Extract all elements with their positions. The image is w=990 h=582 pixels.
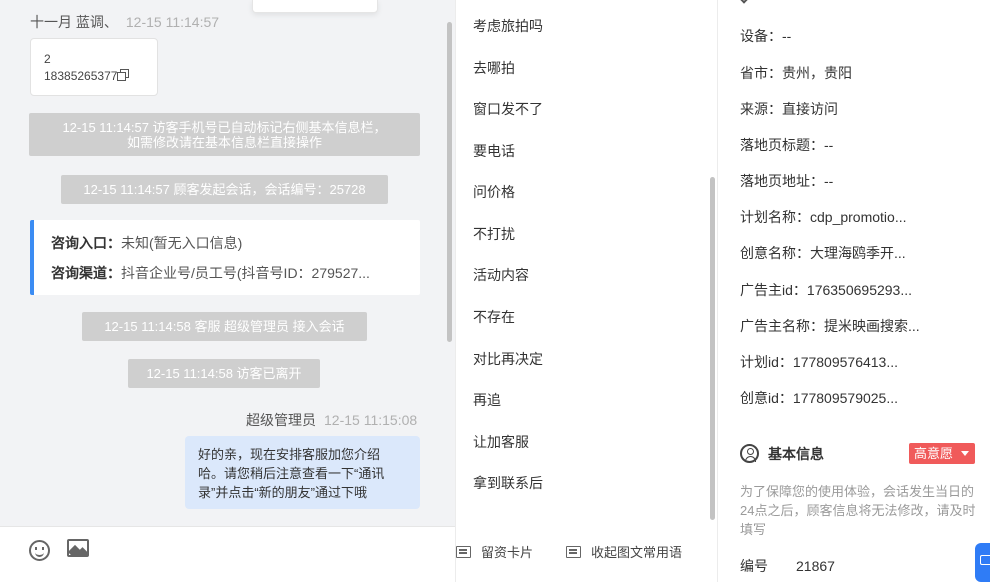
- chat-panel: 十一月 蓝调、 12-15 11:14:57 2 18385265377 12-1…: [0, 0, 455, 582]
- info-field-landing-title: 落地页标题：--: [740, 135, 980, 155]
- info-field-number: 编号 21867: [740, 556, 980, 576]
- quick-reply-item[interactable]: 窗口发不了: [473, 99, 543, 119]
- info-value: 直接访问: [782, 101, 838, 117]
- image-icon[interactable]: [67, 539, 89, 557]
- smile-icon[interactable]: [29, 540, 50, 561]
- number-label: 编号: [740, 558, 768, 574]
- phone-line-1: 2: [44, 52, 51, 66]
- info-label: 计划id：: [740, 354, 793, 370]
- quick-reply-item[interactable]: 去哪拍: [473, 58, 515, 78]
- visitor-message-time: 12-15 11:14:57: [125, 14, 220, 30]
- floating-chat-button[interactable]: [975, 543, 990, 582]
- basic-info-heading: 基本信息: [740, 444, 824, 464]
- consult-channel-value: 抖音企业号/员工号(抖音号ID：279527...: [121, 265, 370, 281]
- collapse-common-phrases-button[interactable]: 收起图文常用语: [566, 542, 682, 561]
- system-notice-phone-marked: 12-15 11:14:57 访客手机号已自动标记右侧基本信息栏， 如需修改请在…: [29, 113, 420, 156]
- info-value: --: [824, 137, 834, 153]
- consult-info-card: 咨询入口：未知(暂无入口信息) 咨询渠道：抖音企业号/员工号(抖音号ID：279…: [30, 220, 420, 295]
- system-notice-session-start: 12-15 11:14:57 顾客发起会话，会话编号：25728: [61, 175, 388, 204]
- consult-entry-row: 咨询入口：未知(暂无入口信息): [51, 233, 420, 263]
- agent-message-line: 哈。请您稍后注意查看一下“通讯: [198, 466, 385, 481]
- info-value: --: [824, 173, 834, 189]
- agent-message-line: 好的亲，现在安排客服加您介绍: [198, 447, 381, 462]
- lead-card-label: 留资卡片: [481, 545, 534, 560]
- agent-name: 超级管理员: [246, 412, 316, 428]
- quick-reply-item[interactable]: 再追: [473, 390, 501, 410]
- quick-reply-item[interactable]: 不存在: [473, 307, 515, 327]
- info-value: cdp_promotio...: [810, 209, 907, 225]
- phone-number: 18385265377: [44, 69, 118, 83]
- quick-reply-item[interactable]: 活动内容: [473, 265, 529, 285]
- info-value: 贵州，贵阳: [782, 65, 852, 81]
- info-label: 落地页标题：: [740, 137, 824, 153]
- info-field-advertiser-name: 广告主名称：提米映画搜索...: [740, 316, 980, 336]
- consult-channel-label: 咨询渠道：: [51, 265, 121, 281]
- info-label: 创意id：: [740, 390, 793, 406]
- info-label: 广告主id：: [740, 282, 807, 298]
- info-value: 提米映画搜索...: [824, 318, 920, 334]
- quick-reply-item[interactable]: 对比再决定: [473, 349, 543, 369]
- info-label: 省市：: [740, 65, 782, 81]
- user-icon: [740, 444, 759, 463]
- collapse-label: 收起图文常用语: [591, 545, 683, 560]
- message-card-icon: [566, 546, 581, 558]
- popover-tail: [252, 0, 378, 13]
- info-field-plan-id: 计划id：177809576413...: [740, 352, 980, 372]
- info-field-region: 省市：贵州，贵阳: [740, 63, 980, 83]
- copy-icon[interactable]: [117, 69, 130, 81]
- info-field-creative-id: 创意id：177809579025...: [740, 388, 980, 408]
- consult-entry-value: 未知(暂无入口信息): [121, 235, 243, 251]
- quick-reply-panel: 考虑旅拍吗 去哪拍 窗口发不了 要电话 问价格 不打扰 活动内容 不存在 对比再…: [455, 0, 718, 582]
- info-label: 广告主名称：: [740, 318, 824, 334]
- chat-messages[interactable]: 十一月 蓝调、 12-15 11:14:57 2 18385265377 12-1…: [0, 0, 455, 526]
- info-field-advertiser-id: 广告主id：176350695293...: [740, 280, 980, 300]
- system-notice-visitor-left: 12-15 11:14:58 访客已离开: [128, 359, 320, 388]
- agent-message-time: 12-15 11:15:08: [324, 412, 418, 428]
- basic-info-title: 基本信息: [768, 446, 824, 462]
- agent-message-header: 超级管理员 12-15 11:15:08: [246, 410, 417, 430]
- info-label: 计划名称：: [740, 209, 810, 225]
- visitor-message-header: 十一月 蓝调、 12-15 11:14:57: [30, 12, 219, 32]
- info-label: 来源：: [740, 101, 782, 117]
- info-field-device: 设备：--: [740, 26, 980, 46]
- quick-reply-item[interactable]: 要电话: [473, 141, 515, 161]
- info-field-source: 来源：直接访问: [740, 99, 980, 119]
- info-label: 落地页地址：: [740, 173, 824, 189]
- consult-channel-row: 咨询渠道：抖音企业号/员工号(抖音号ID：279527...: [51, 263, 420, 293]
- info-field-creative-name: 创意名称：大理海鸥季开...: [740, 243, 980, 263]
- chat-scrollbar[interactable]: [447, 22, 452, 342]
- quick-reply-item[interactable]: 不打扰: [473, 224, 515, 244]
- agent-message-line: 录”并点击“新的朋友”通过下哦: [198, 485, 367, 500]
- consult-entry-label: 咨询入口：: [51, 235, 121, 251]
- agent-message-bubble: 好的亲，现在安排客服加您介绍 哈。请您稍后注意查看一下“通讯 录”并点击“新的朋…: [185, 436, 420, 509]
- system-notice-agent-joined: 12-15 11:14:58 客服 超级管理员 接入会话: [82, 312, 367, 341]
- info-value: 176350695293...: [806, 282, 913, 298]
- info-field-landing-url: 落地页地址：--: [740, 171, 980, 191]
- quick-reply-item[interactable]: 问价格: [473, 182, 515, 202]
- visitor-info-panel: 设备：-- 省市：贵州，贵阳 来源：直接访问 落地页标题：-- 落地页地址：--…: [719, 0, 990, 582]
- chat-input-toolbar: [0, 526, 455, 582]
- quick-reply-item[interactable]: 拿到联系后: [473, 473, 543, 493]
- info-label: 设备：: [740, 28, 782, 44]
- info-label: 创意名称：: [740, 245, 810, 261]
- number-value: 21867: [796, 558, 835, 574]
- info-value: 177809576413...: [792, 354, 899, 370]
- info-field-plan-name: 计划名称：cdp_promotio...: [740, 207, 980, 227]
- visitor-name: 十一月 蓝调、: [30, 14, 118, 30]
- message-card-icon: [456, 546, 471, 558]
- system-notice-line: 如需修改请在基本信息栏直接操作: [126, 135, 322, 150]
- quick-reply-footer: 留资卡片 收起图文常用语: [456, 526, 719, 582]
- system-notice-line: 12-15 11:14:57 访客手机号已自动标记右侧基本信息栏，: [62, 120, 387, 135]
- quick-reply-item[interactable]: 让加客服: [473, 432, 529, 452]
- quick-reply-item[interactable]: 考虑旅拍吗: [473, 16, 543, 36]
- info-value: 177809579025...: [792, 390, 899, 406]
- phone-message-card: 2 18385265377: [30, 38, 158, 96]
- info-value: --: [782, 28, 792, 44]
- quick-reply-scrollbar[interactable]: [710, 177, 715, 520]
- intent-level-dropdown[interactable]: 高意愿: [909, 443, 975, 464]
- info-value: 大理海鸥季开...: [810, 245, 906, 261]
- lead-card-button[interactable]: 留资卡片: [456, 542, 533, 561]
- edit-deadline-hint: 为了保障您的使用体验，会话发生当日的24点之后，顾客信息将无法修改，请及时填写: [740, 484, 976, 537]
